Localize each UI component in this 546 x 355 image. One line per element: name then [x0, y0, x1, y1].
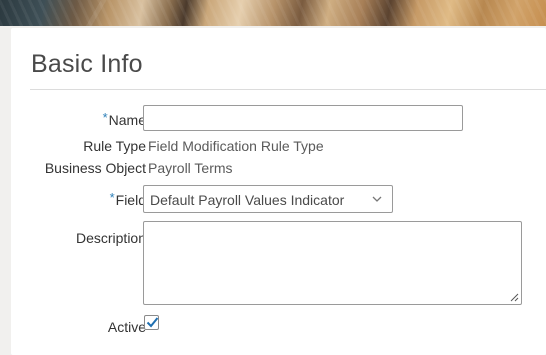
required-marker: * — [102, 110, 108, 125]
field-row: *Field Default Payroll Values Indicator — [11, 185, 546, 213]
description-label: Description — [75, 230, 146, 246]
active-checkbox[interactable] — [144, 315, 159, 330]
header-banner-texture — [0, 0, 546, 26]
basic-info-panel: Basic Info *Name Rule Type Field Modific… — [11, 28, 546, 355]
name-label-text: Name — [108, 112, 146, 128]
field-label: *Field — [109, 190, 146, 208]
active-row: Active — [11, 315, 546, 337]
section-divider — [30, 89, 546, 90]
business-object-label: Business Object — [44, 160, 146, 176]
rule-type-row: Rule Type Field Modification Rule Type — [11, 137, 546, 157]
required-marker: * — [109, 190, 115, 205]
business-object-value: Payroll Terms — [148, 160, 233, 176]
active-label: Active — [107, 319, 146, 335]
name-label: *Name — [102, 110, 146, 128]
name-input[interactable] — [143, 105, 463, 131]
checkmark-icon — [146, 317, 159, 328]
chevron-down-icon[interactable] — [372, 194, 382, 204]
rule-type-value: Field Modification Rule Type — [148, 138, 324, 154]
description-textarea[interactable] — [143, 221, 522, 305]
field-label-text: Field — [115, 192, 146, 208]
resize-grip-icon[interactable] — [510, 293, 519, 302]
field-select-value: Default Payroll Values Indicator — [150, 192, 345, 208]
field-select[interactable]: Default Payroll Values Indicator — [143, 185, 393, 213]
description-row: Description — [11, 221, 546, 305]
business-object-row: Business Object Payroll Terms — [11, 159, 546, 179]
section-title: Basic Info — [31, 50, 143, 78]
rule-type-label: Rule Type — [83, 138, 146, 154]
name-row: *Name — [11, 105, 546, 133]
